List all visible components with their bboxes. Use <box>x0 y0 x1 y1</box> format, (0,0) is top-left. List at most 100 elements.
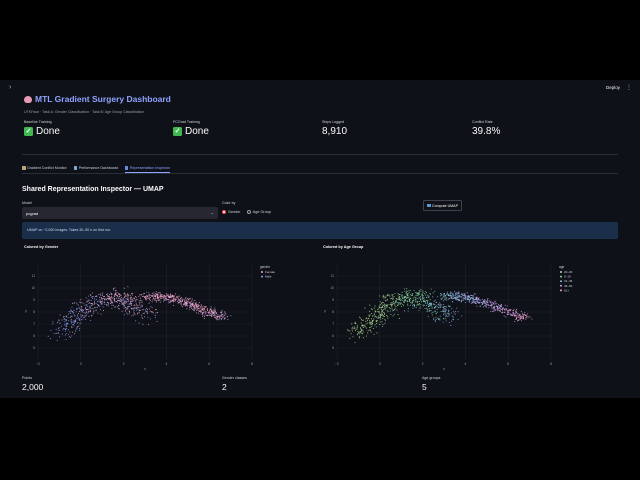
page-title: MTL Gradient Surgery Dashboard <box>24 94 171 104</box>
calculator-icon <box>427 203 431 208</box>
scatter-point <box>161 296 163 298</box>
scatter-point <box>88 295 90 297</box>
tab-performance-dashboard[interactable]: Performance Dashboard <box>73 164 118 172</box>
scatter-point <box>442 310 444 312</box>
scatter-point <box>453 294 455 296</box>
scatter-point <box>386 306 388 308</box>
scatter-point <box>417 304 419 306</box>
scatter-point <box>381 321 383 323</box>
scatter-point <box>145 307 148 309</box>
scatter-point <box>129 295 131 297</box>
scatter-point <box>147 311 149 313</box>
scatter-point <box>93 303 95 305</box>
scatter-point <box>119 300 121 302</box>
compute-umap-button[interactable]: Compute UMAP <box>423 200 462 211</box>
scatter-point <box>381 325 383 327</box>
scatter-point <box>184 299 186 301</box>
scatter-point <box>403 298 405 300</box>
radio-dot <box>246 210 251 214</box>
scatter-point <box>454 297 456 299</box>
scatter-point <box>84 315 86 317</box>
y-tick-label: 5 <box>332 346 334 350</box>
scatter-point <box>510 310 512 312</box>
scatter-point <box>463 297 465 299</box>
scatter-point <box>73 313 75 315</box>
scatter-point <box>141 305 143 307</box>
scatter-point <box>400 299 402 301</box>
scatter-point <box>65 316 67 318</box>
scatter-point <box>462 293 464 295</box>
scatter-point <box>157 295 159 297</box>
scatter-point <box>99 300 102 302</box>
scatter-point <box>464 302 467 304</box>
scatter-point <box>207 314 209 316</box>
model-select[interactable]: pcgrad ⌄ <box>22 207 218 219</box>
scatter-point <box>412 301 414 304</box>
scatter-point <box>461 315 463 317</box>
scatter-point <box>151 307 153 309</box>
scatter-point <box>375 311 377 313</box>
scatter-point <box>194 300 196 302</box>
scatter-point <box>199 307 202 309</box>
scatter-point <box>112 296 114 298</box>
scatter-point <box>387 311 389 313</box>
scatter-point <box>201 315 204 317</box>
scatter-point <box>445 315 447 317</box>
scatter-point <box>427 302 429 304</box>
scatter-point <box>210 310 212 313</box>
scatter-point <box>509 313 511 315</box>
scatter-point <box>391 302 393 304</box>
scatter-point <box>81 306 83 308</box>
scatter-point <box>119 297 121 299</box>
scatter-point <box>381 313 383 315</box>
scatter-point <box>491 301 493 303</box>
y-axis-label: y <box>324 309 326 313</box>
umap-age-chart[interactable]: 5 6 7 8 9 10 11 −2 0 2 4 6 8 x y age20–300–1931–4546–60… <box>321 252 601 372</box>
scatter-point <box>379 301 381 303</box>
scatter-point <box>457 318 459 320</box>
scatter-point <box>499 309 501 311</box>
scatter-point <box>417 293 419 295</box>
y-tick-label: 11 <box>331 274 335 278</box>
x-tick-label: 8 <box>251 362 253 366</box>
scatter-point <box>431 312 433 314</box>
legend-label: Male <box>265 275 272 279</box>
scatter-point <box>135 305 137 307</box>
scatter-point <box>401 296 403 298</box>
scatter-point <box>90 308 92 310</box>
scatter-point <box>195 304 197 306</box>
scatter-point <box>77 325 79 328</box>
umap-gender-chart[interactable]: 5 6 7 8 9 10 11 −2 0 2 4 6 8 x y genderFemaleMale <box>22 252 302 372</box>
scatter-point <box>102 306 104 308</box>
scatter-point <box>68 320 70 322</box>
scatter-point <box>489 300 491 302</box>
scatter-point <box>141 309 143 311</box>
deploy-button[interactable]: Deploy <box>606 85 620 90</box>
scatter-point <box>373 333 375 335</box>
scatter-point <box>482 306 484 308</box>
scatter-point <box>406 292 408 294</box>
scatter-point <box>375 320 377 322</box>
tab-representation-inspector[interactable]: Representation Inspector <box>124 164 171 173</box>
scatter-point <box>215 312 218 314</box>
scatter-point <box>467 299 470 301</box>
scatter-point <box>185 305 187 307</box>
tab-gradient-conflict-monitor[interactable]: Gradient Conflict Monitor <box>22 164 67 172</box>
radio-age-group[interactable]: Age Group <box>246 210 271 214</box>
chevron-right-icon[interactable]: › <box>9 84 11 91</box>
scatter-point <box>127 293 129 295</box>
scatter-point <box>426 309 428 311</box>
scatter-point <box>493 304 495 306</box>
radio-dot-selected <box>222 210 226 214</box>
radio-gender[interactable]: Gender <box>222 210 241 214</box>
scatter-point <box>177 299 179 301</box>
scatter-point <box>93 301 95 303</box>
scatter-point <box>502 307 504 309</box>
scatter-point <box>451 308 453 310</box>
scatter-point <box>209 311 211 313</box>
scatter-point <box>209 309 211 312</box>
more-vertical-icon[interactable]: ⋮ <box>626 84 632 91</box>
scatter-point <box>362 325 364 327</box>
scatter-point <box>77 304 79 306</box>
scatter-point <box>378 311 380 313</box>
